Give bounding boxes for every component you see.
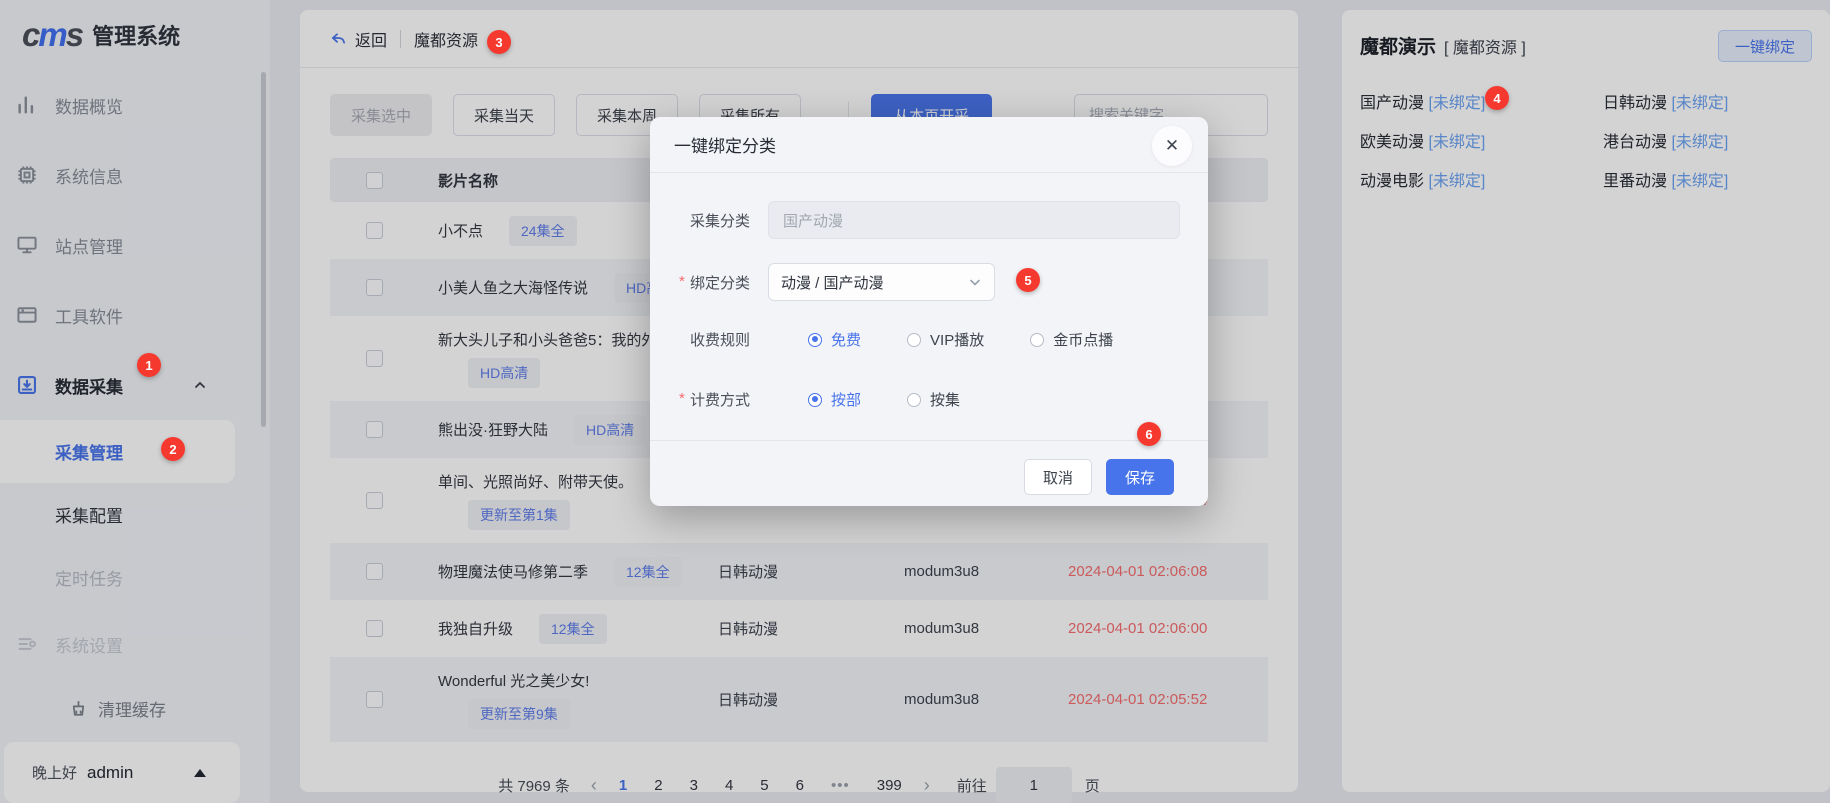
billing-mode-field: *计费方式 按部 按集 <box>690 389 960 410</box>
bind-category-dialog: 一键绑定分类 ✕ 采集分类 *绑定分类 动漫 / 国产动漫 收费规则 免费 VI… <box>650 117 1208 506</box>
dialog-footer: 取消 保存 <box>1024 459 1174 495</box>
radio-icon <box>907 333 921 347</box>
step-badge-5: 5 <box>1016 268 1040 292</box>
close-icon[interactable]: ✕ <box>1152 126 1192 166</box>
required-asterisk: * <box>679 273 685 290</box>
bind-category-select[interactable]: 动漫 / 国产动漫 <box>768 263 995 301</box>
fee-rule-field: 收费规则 免费 VIP播放 金币点播 <box>690 329 1113 350</box>
field-label: 收费规则 <box>690 329 768 350</box>
step-badge-6: 6 <box>1137 422 1161 446</box>
selected-option: 动漫 / 国产动漫 <box>781 272 884 293</box>
required-asterisk: * <box>679 390 685 407</box>
collect-category-field: 采集分类 <box>690 201 1180 239</box>
app-root: cms 管理系统 数据概览 系统信息 站点管理 <box>0 0 1830 803</box>
field-label: 绑定分类 <box>690 275 750 292</box>
dialog-title: 一键绑定分类 <box>674 132 776 157</box>
field-label: 采集分类 <box>690 210 768 231</box>
step-badge-3: 3 <box>487 30 511 54</box>
field-label: 计费方式 <box>690 392 750 409</box>
save-button[interactable]: 保存 <box>1106 459 1174 495</box>
step-badge-1: 1 <box>137 353 161 377</box>
radio-icon <box>808 333 822 347</box>
radio-icon <box>907 393 921 407</box>
dialog-header: 一键绑定分类 <box>650 117 1208 173</box>
step-badge-4: 4 <box>1485 86 1509 110</box>
divider <box>650 440 1208 441</box>
cancel-button[interactable]: 取消 <box>1024 459 1092 495</box>
radio-coin[interactable]: 金币点播 <box>1030 329 1113 350</box>
radio-icon <box>808 393 822 407</box>
radio-per-episode[interactable]: 按集 <box>907 389 960 410</box>
step-badge-2: 2 <box>161 437 185 461</box>
radio-free[interactable]: 免费 <box>808 329 861 350</box>
radio-vip[interactable]: VIP播放 <box>907 329 984 350</box>
radio-per-series[interactable]: 按部 <box>808 389 861 410</box>
chevron-down-icon <box>968 275 982 289</box>
collect-category-input[interactable] <box>768 201 1180 239</box>
radio-icon <box>1030 333 1044 347</box>
bind-category-field: *绑定分类 动漫 / 国产动漫 <box>690 263 995 301</box>
